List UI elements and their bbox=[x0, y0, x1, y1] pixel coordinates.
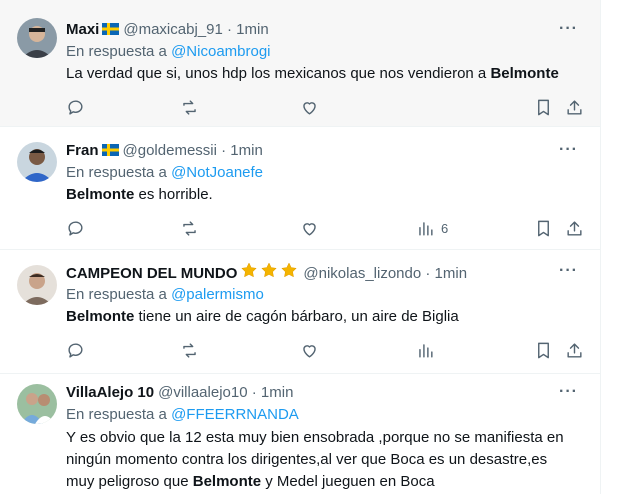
reply-button[interactable] bbox=[66, 217, 85, 239]
timestamp[interactable]: · 1min bbox=[227, 21, 269, 38]
share-icon bbox=[567, 220, 582, 236]
reply-prefix: En respuesta a bbox=[66, 406, 167, 423]
display-name[interactable]: CAMPEON DEL MUNDO bbox=[66, 265, 237, 282]
highlighted-keyword: Belmonte bbox=[66, 308, 135, 325]
avatar[interactable] bbox=[17, 18, 57, 58]
highlighted-keyword: Belmonte bbox=[192, 473, 262, 490]
tweet-text: Belmonte es horrible. bbox=[66, 186, 213, 203]
reply-icon bbox=[68, 342, 83, 358]
analytics-icon bbox=[419, 343, 433, 358]
reply-mention-link[interactable]: @FFEERRNANDA bbox=[171, 406, 299, 423]
reply-context: En respuesta a @NotJoanefe bbox=[66, 163, 263, 183]
timeline: Maxi @maxicabj_91 · 1min ··· En respuesta… bbox=[0, 0, 601, 494]
more-options-icon[interactable]: ··· bbox=[559, 20, 578, 38]
bookmark-icon bbox=[538, 220, 549, 236]
three-stars-icon bbox=[241, 262, 299, 284]
retweet-button[interactable] bbox=[180, 217, 199, 239]
user-handle[interactable]: @nikolas_lizondo bbox=[303, 265, 421, 282]
reply-button[interactable] bbox=[66, 96, 85, 118]
reply-button[interactable] bbox=[66, 339, 85, 361]
display-name[interactable]: Fran bbox=[66, 142, 99, 159]
avatar[interactable] bbox=[17, 384, 57, 424]
avatar[interactable] bbox=[17, 142, 57, 182]
reply-prefix: En respuesta a bbox=[66, 286, 167, 303]
views-button[interactable] bbox=[416, 339, 435, 361]
timestamp[interactable]: · 1min bbox=[221, 142, 263, 159]
heart-icon bbox=[303, 222, 316, 236]
bookmark-icon bbox=[538, 342, 549, 358]
reply-mention-link[interactable]: @palermismo bbox=[171, 286, 264, 303]
display-name[interactable]: Maxi bbox=[66, 21, 99, 38]
sweden-flag-icon bbox=[102, 21, 120, 35]
timestamp[interactable]: · 1min bbox=[425, 265, 467, 282]
more-options-icon[interactable]: ··· bbox=[559, 141, 578, 159]
reply-icon bbox=[68, 220, 83, 236]
views-count: 6 bbox=[441, 220, 449, 236]
sweden-flag-icon bbox=[101, 142, 119, 156]
tweet[interactable]: CAMPEON DEL MUNDO @nikolas_lizondo · 1min… bbox=[0, 250, 600, 374]
share-button[interactable] bbox=[565, 96, 584, 118]
user-handle[interactable]: @maxicabj_91 bbox=[123, 21, 222, 38]
retweet-button[interactable] bbox=[180, 96, 199, 118]
reply-mention-link[interactable]: @NotJoanefe bbox=[171, 164, 263, 181]
tweet-text: Y es obvio que la 12 esta muy bien ensob… bbox=[66, 429, 564, 490]
like-button[interactable] bbox=[300, 96, 319, 118]
reply-mention-link[interactable]: @Nicoambrogi bbox=[171, 43, 270, 60]
reply-prefix: En respuesta a bbox=[66, 43, 167, 60]
bookmark-button[interactable] bbox=[534, 339, 553, 361]
timestamp[interactable]: · 1min bbox=[252, 384, 294, 401]
tweet[interactable]: Maxi @maxicabj_91 · 1min ··· En respuesta… bbox=[0, 0, 600, 127]
retweet-icon bbox=[183, 342, 196, 358]
reply-context: En respuesta a @FFEERRNANDA bbox=[66, 405, 299, 425]
highlighted-keyword: Belmonte bbox=[66, 186, 135, 203]
more-options-icon[interactable]: ··· bbox=[559, 383, 578, 401]
retweet-button[interactable] bbox=[180, 339, 199, 361]
reply-context: En respuesta a @palermismo bbox=[66, 285, 264, 305]
tweet[interactable]: Fran @goldemessii · 1min ··· En respuesta… bbox=[0, 127, 600, 250]
share-icon bbox=[567, 99, 582, 115]
retweet-icon bbox=[183, 99, 196, 115]
heart-icon bbox=[303, 344, 316, 358]
more-options-icon[interactable]: ··· bbox=[559, 262, 578, 280]
tweet-text: La verdad que si, unos hdp los mexicanos… bbox=[66, 65, 559, 82]
reply-icon bbox=[68, 99, 83, 115]
reply-context: En respuesta a @Nicoambrogi bbox=[66, 42, 271, 62]
display-name[interactable]: VillaAlejo 10 bbox=[66, 384, 154, 401]
tweet[interactable]: VillaAlejo 10 @villaalejo10 · 1min ··· En… bbox=[0, 374, 600, 494]
tweet-text: Belmonte tiene un aire de cagón bárbaro,… bbox=[66, 308, 459, 325]
bookmark-button[interactable] bbox=[534, 217, 553, 239]
share-button[interactable] bbox=[565, 217, 584, 239]
reply-prefix: En respuesta a bbox=[66, 164, 167, 181]
views-button[interactable]: 6 bbox=[416, 217, 448, 239]
share-icon bbox=[567, 342, 582, 358]
bookmark-button[interactable] bbox=[534, 96, 553, 118]
user-handle[interactable]: @villaalejo10 bbox=[158, 384, 247, 401]
like-button[interactable] bbox=[300, 217, 319, 239]
retweet-icon bbox=[183, 220, 196, 236]
user-handle[interactable]: @goldemessii bbox=[123, 142, 217, 159]
heart-icon bbox=[303, 101, 316, 115]
share-button[interactable] bbox=[565, 339, 584, 361]
like-button[interactable] bbox=[300, 339, 319, 361]
bookmark-icon bbox=[538, 99, 549, 115]
analytics-icon bbox=[419, 221, 433, 236]
highlighted-keyword: Belmonte bbox=[490, 65, 559, 82]
avatar[interactable] bbox=[17, 265, 57, 305]
